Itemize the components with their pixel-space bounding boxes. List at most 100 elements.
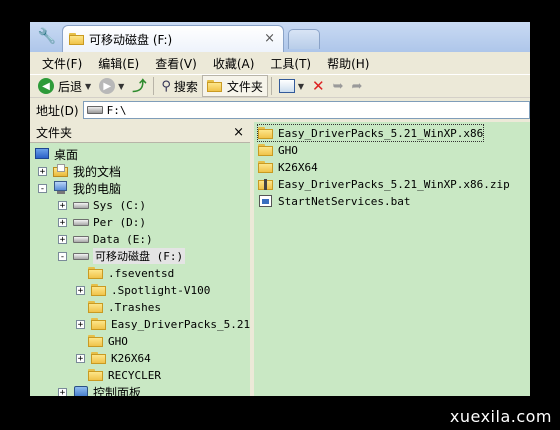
- tree-item-k26x64[interactable]: + K26X64: [76, 350, 151, 366]
- folder-icon: [91, 317, 107, 331]
- menu-edit[interactable]: 编辑(E): [90, 55, 147, 72]
- expand-toggle[interactable]: +: [58, 234, 67, 244]
- copy-to-icon: ➦: [351, 78, 363, 94]
- drive-icon: [73, 232, 89, 246]
- tree-item-my-computer[interactable]: - 我的电脑: [38, 180, 121, 196]
- file-item-easy-driverpacks-zip[interactable]: Easy_DriverPacks_5.21_WinXP.x86.zip: [258, 176, 510, 192]
- drive-icon: [73, 198, 89, 212]
- file-name: Easy_DriverPacks_5.21_WinXP.x86: [278, 126, 484, 140]
- file-item-gho[interactable]: GHO: [258, 142, 298, 158]
- folders-label: 文件夹: [226, 79, 263, 94]
- tree-item-drive-c[interactable]: + Sys (C:): [58, 197, 146, 213]
- menu-bar: 文件(F) 编辑(E) 查看(V) 收藏(A) 工具(T) 帮助(H): [30, 52, 530, 74]
- file-name: GHO: [278, 143, 298, 157]
- tree-item-desktop[interactable]: 桌面: [34, 146, 78, 162]
- expand-toggle[interactable]: +: [58, 200, 67, 210]
- tree-item-trashes[interactable]: .Trashes: [88, 299, 161, 315]
- forward-button[interactable]: ▶ ▼: [95, 76, 128, 96]
- expand-toggle[interactable]: +: [58, 387, 67, 396]
- drive-icon: [86, 106, 103, 114]
- tree-item-gho[interactable]: GHO: [88, 333, 128, 349]
- tree-item-label: GHO: [108, 334, 128, 348]
- copy-to-button[interactable]: ➦: [348, 76, 367, 96]
- back-button[interactable]: ◀ 后退 ▼: [34, 76, 95, 96]
- address-input[interactable]: F:\: [82, 101, 530, 119]
- close-tab-icon[interactable]: ×: [264, 31, 275, 46]
- tab-strip: 🔧 可移动磁盘 (F:) ×: [30, 22, 530, 52]
- folder-icon: [258, 143, 274, 157]
- search-label: 搜索: [173, 79, 198, 94]
- tree-item-my-documents[interactable]: + 我的文档: [38, 163, 121, 179]
- menu-help[interactable]: 帮助(H): [319, 55, 377, 72]
- up-folder-icon: ⤴: [132, 79, 147, 95]
- new-tab-button[interactable]: [288, 29, 320, 49]
- tree-item-drive-e[interactable]: + Data (E:): [58, 231, 153, 247]
- views-button[interactable]: ▼: [275, 76, 308, 96]
- tree-item-label: Easy_DriverPacks_5.21_W: [111, 317, 252, 331]
- tree-item-recycler[interactable]: RECYCLER: [88, 367, 161, 383]
- menu-favorites[interactable]: 收藏(A): [205, 55, 263, 72]
- file-item-k26x64[interactable]: K26X64: [258, 159, 318, 175]
- folder-icon: [91, 351, 107, 365]
- tree-item-label: 控制面板: [93, 385, 142, 397]
- tree-item-fseventsd[interactable]: .fseventsd: [88, 265, 174, 281]
- forward-arrow-icon: ▶: [99, 78, 116, 94]
- folder-pane: 文件夹 × 桌面 + 我的文档 - 我的电脑 + Sys (C:) + Per …: [30, 122, 252, 396]
- search-button[interactable]: ⚲ 搜索: [157, 76, 202, 96]
- collapse-toggle[interactable]: -: [38, 183, 47, 193]
- tree-item-drive-f[interactable]: - 可移动磁盘 (F:): [58, 248, 186, 264]
- tree-item-spotlight[interactable]: + .Spotlight-V100: [76, 282, 210, 298]
- menu-tools[interactable]: 工具(T): [262, 55, 319, 72]
- folder-pane-header: 文件夹 ×: [30, 122, 250, 143]
- search-icon: ⚲: [161, 78, 171, 94]
- close-icon[interactable]: ×: [233, 125, 244, 140]
- menu-file[interactable]: 文件(F): [34, 55, 90, 72]
- folders-button[interactable]: 文件夹: [201, 75, 268, 97]
- file-item-startnetservices[interactable]: StartNetServices.bat: [258, 193, 410, 209]
- zip-file-icon: [258, 177, 274, 191]
- tree-item-label: RECYCLER: [108, 368, 161, 382]
- delete-button[interactable]: ✕: [308, 76, 329, 96]
- file-item-easy-driverpacks-folder[interactable]: Easy_DriverPacks_5.21_WinXP.x86: [256, 124, 485, 142]
- up-button[interactable]: ⤴: [128, 76, 150, 96]
- move-to-button[interactable]: ➥: [329, 76, 348, 96]
- folder-icon: [88, 266, 104, 280]
- menu-view[interactable]: 查看(V): [147, 55, 205, 72]
- tree-item-label: 桌面: [54, 147, 79, 162]
- chevron-down-icon[interactable]: ▼: [85, 82, 91, 91]
- my-computer-icon: [53, 181, 69, 195]
- batch-file-icon: [258, 194, 274, 208]
- tree-item-label: 我的文档: [73, 164, 122, 179]
- folder-icon: [88, 300, 104, 314]
- tab-removable-drive[interactable]: 可移动磁盘 (F:) ×: [62, 25, 284, 52]
- expand-toggle[interactable]: +: [76, 353, 85, 363]
- watermark: xuexila.com: [449, 407, 552, 426]
- folder-icon: [206, 79, 223, 93]
- folder-icon: [91, 283, 107, 297]
- back-label: 后退: [58, 79, 83, 94]
- tree-item-label: .Spotlight-V100: [111, 283, 211, 297]
- control-panel-icon: [73, 385, 89, 396]
- tree-item-label: 可移动磁盘 (F:): [93, 248, 186, 264]
- tree-item-drive-d[interactable]: + Per (D:): [58, 214, 146, 230]
- file-name: StartNetServices.bat: [278, 194, 411, 208]
- folder-icon: [88, 334, 104, 348]
- chevron-down-icon[interactable]: ▼: [298, 82, 304, 91]
- chevron-down-icon[interactable]: ▼: [118, 82, 124, 91]
- wrench-icon[interactable]: 🔧: [36, 26, 58, 46]
- explorer-window: 🔧 可移动磁盘 (F:) × 文件(F) 编辑(E) 查看(V) 收藏(A) 工…: [30, 22, 530, 396]
- folder-icon: [258, 126, 274, 140]
- tree-item-label: .Trashes: [108, 300, 161, 314]
- expand-toggle[interactable]: +: [38, 166, 47, 176]
- expand-toggle[interactable]: +: [76, 319, 85, 329]
- collapse-toggle[interactable]: -: [58, 251, 67, 261]
- tree-item-label: 我的电脑: [73, 181, 122, 196]
- delete-icon: ✕: [312, 77, 325, 95]
- expand-toggle[interactable]: +: [58, 217, 67, 227]
- expand-toggle[interactable]: +: [76, 285, 85, 295]
- folder-pane-title: 文件夹: [36, 125, 73, 140]
- folder-icon: [69, 32, 85, 46]
- tree-item-control-panel[interactable]: + 控制面板: [58, 384, 141, 396]
- tree-item-easy-driverpacks[interactable]: + Easy_DriverPacks_5.21_W: [76, 316, 252, 332]
- address-value: F:\: [106, 103, 127, 117]
